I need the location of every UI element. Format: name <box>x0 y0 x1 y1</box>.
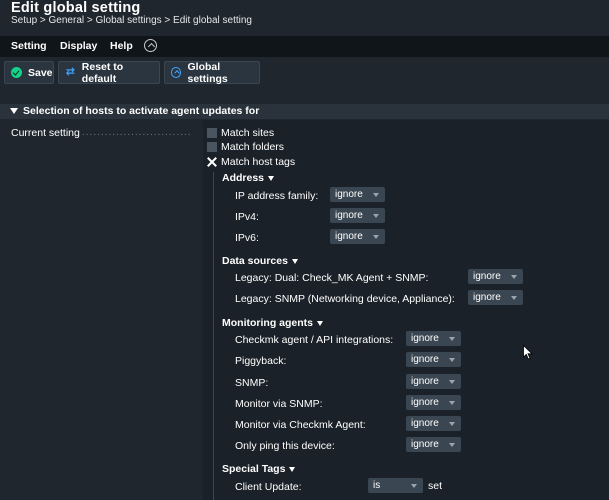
snmp-label: SNMP: <box>235 377 269 389</box>
breadcrumb[interactable]: Setup > General > Global settings > Edit… <box>11 15 252 26</box>
chevron-down-icon <box>268 175 275 181</box>
piggyback-select[interactable]: ignore <box>406 352 461 367</box>
ipv4-label: IPv4: <box>235 211 259 223</box>
mouse-cursor-icon <box>523 345 533 360</box>
special-tags-group-label: Special Tags <box>222 463 286 475</box>
legacy-snmp-select[interactable]: ignore <box>468 290 523 305</box>
monitor-via-checkmk-agent-label: Monitor via Checkmk Agent: <box>235 419 366 431</box>
global-settings-button[interactable]: Global settings <box>164 60 260 85</box>
client-update-operator-select[interactable]: is <box>368 478 423 493</box>
section-header[interactable]: Selection of hosts to activate agent upd… <box>0 104 609 119</box>
menu-help[interactable]: Help <box>110 40 133 52</box>
match-folders-checkbox[interactable] <box>207 142 217 152</box>
monitor-via-checkmk-agent-select[interactable]: ignore <box>406 416 461 431</box>
tree-line <box>213 172 214 500</box>
client-update-set-text: set <box>428 480 443 492</box>
snmp-select[interactable]: ignore <box>406 374 461 389</box>
label-column <box>0 120 203 500</box>
match-host-tags-label[interactable]: Match host tags <box>221 156 295 168</box>
ipv6-label: IPv6: <box>235 232 259 244</box>
only-ping-select[interactable]: ignore <box>406 437 461 452</box>
ip-address-family-label: IP address family: <box>235 190 319 202</box>
data-sources-group-label: Data sources <box>222 255 288 267</box>
reset-to-default-button[interactable]: ⇄ Reset to default <box>58 60 160 85</box>
save-icon <box>11 67 22 78</box>
page-title: Edit global setting <box>11 0 141 16</box>
chevron-down-icon <box>291 258 298 264</box>
collapse-menu-icon[interactable] <box>144 39 157 52</box>
save-button[interactable]: Save <box>4 61 54 84</box>
section-title: Selection of hosts to activate agent upd… <box>23 105 260 117</box>
match-host-tags-checkbox[interactable] <box>207 157 217 167</box>
reset-button-label: Reset to default <box>81 60 124 85</box>
match-sites-checkbox[interactable] <box>207 128 217 138</box>
special-tags-group-title[interactable]: Special Tags <box>222 463 296 475</box>
current-setting-dots: ........................................… <box>82 127 192 138</box>
back-up-icon <box>171 67 182 78</box>
global-settings-button-label: Global settings <box>187 60 228 85</box>
checkmk-agent-select[interactable]: ignore <box>406 331 461 346</box>
chevron-down-icon <box>317 320 323 326</box>
ip-address-family-select[interactable]: ignore <box>330 187 385 202</box>
page-header: Edit global setting Setup > General > Gl… <box>0 0 609 36</box>
menu-display[interactable]: Display <box>60 40 97 52</box>
ipv6-select[interactable]: ignore <box>330 229 385 244</box>
collapse-triangle-icon <box>10 108 18 114</box>
match-folders-label[interactable]: Match folders <box>221 141 284 153</box>
monitor-via-snmp-label: Monitor via SNMP: <box>235 398 323 410</box>
monitoring-agents-group-title[interactable]: Monitoring agents <box>222 317 323 329</box>
checkmk-agent-label: Checkmk agent / API integrations: <box>235 334 394 346</box>
legacy-snmp-label: Legacy: SNMP (Networking device, Applian… <box>235 293 455 305</box>
data-sources-group-title[interactable]: Data sources <box>222 255 298 267</box>
legacy-dual-select[interactable]: ignore <box>468 269 523 284</box>
ipv4-select[interactable]: ignore <box>330 208 385 223</box>
chevron-down-icon <box>289 466 296 472</box>
only-ping-label: Only ping this device: <box>235 440 335 452</box>
menu-setting[interactable]: Setting <box>11 40 47 52</box>
reset-icon: ⇄ <box>65 66 75 78</box>
monitoring-agents-group-label: Monitoring agents <box>222 317 313 329</box>
piggyback-label: Piggyback: <box>235 355 287 367</box>
toolbar: Save ⇄ Reset to default Global settings <box>0 57 609 90</box>
legacy-dual-label: Legacy: Dual: Check_MK Agent + SNMP: <box>235 272 429 284</box>
current-setting-label: Current setting <box>11 127 80 139</box>
address-group-label: Address <box>222 172 265 184</box>
save-button-label: Save <box>28 66 53 79</box>
monitor-via-snmp-select[interactable]: ignore <box>406 395 461 410</box>
client-update-label: Client Update: <box>235 481 302 493</box>
match-sites-label[interactable]: Match sites <box>221 127 274 139</box>
address-group-title[interactable]: Address <box>222 172 275 184</box>
menu-bar: Setting Display Help <box>0 36 609 57</box>
